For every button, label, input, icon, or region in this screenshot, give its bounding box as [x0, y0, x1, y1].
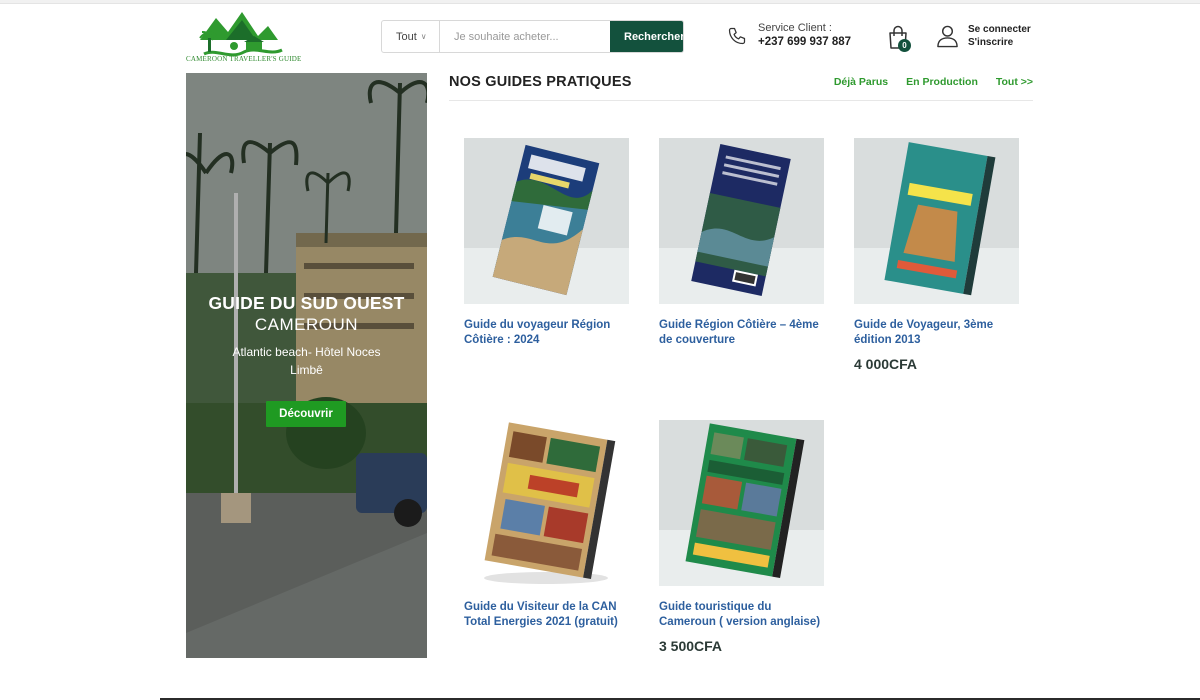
- filter-in-production[interactable]: En Production: [906, 76, 978, 88]
- banner-title: GUIDE DU SUD OUEST: [208, 293, 405, 313]
- product-card: Guide touristique du Cameroun ( version …: [659, 420, 824, 654]
- product-price: 4 000CFA: [854, 356, 918, 372]
- service-label: Service Client :: [758, 22, 832, 34]
- product-image[interactable]: [659, 420, 824, 586]
- banner-description: Atlantic beach- Hôtel Noces Limbê: [232, 345, 381, 377]
- filter-all[interactable]: Tout >>: [996, 76, 1033, 88]
- section-divider: [449, 100, 1033, 101]
- search-button[interactable]: Rechercher: [610, 21, 683, 52]
- product-title[interactable]: Guide du voyageur Région Côtière : 2024: [464, 318, 629, 348]
- chevron-down-icon: ∨: [420, 32, 427, 41]
- user-icon: [937, 25, 958, 48]
- search-input[interactable]: [440, 21, 610, 52]
- product-image[interactable]: [464, 138, 629, 304]
- product-title[interactable]: Guide Région Côtière – 4ème de couvertur…: [659, 318, 824, 348]
- product-card: Guide du voyageur Région Côtière : 2024: [464, 138, 629, 348]
- cart-count-badge: 0: [898, 39, 911, 52]
- promo-banner: GUIDE DU SUD OUEST CAMEROUN Atlantic bea…: [186, 73, 427, 658]
- search-category-select[interactable]: Tout ∨: [382, 21, 440, 52]
- phone-icon: [728, 27, 746, 45]
- search-category-value: Tout: [396, 30, 417, 43]
- product-image[interactable]: [854, 138, 1019, 304]
- filter-already-published[interactable]: Déjà Parus: [834, 76, 888, 88]
- product-title[interactable]: Guide de Voyageur, 3ème édition 2013: [854, 318, 1019, 348]
- section-filter-links: Déjà Parus En Production Tout >>: [834, 76, 1033, 88]
- logo-wordmark: CAMEROON TRAVELLER'S GUIDE: [186, 55, 302, 63]
- service-phone[interactable]: +237 699 937 887: [758, 35, 851, 50]
- discover-button[interactable]: Découvrir: [266, 401, 346, 427]
- product-image[interactable]: [659, 138, 824, 304]
- product-price: 3 500CFA: [659, 638, 723, 654]
- account-area: Se connecter S'inscrire: [936, 23, 1031, 49]
- product-title[interactable]: Guide du Visiteur de la CAN Total Energi…: [464, 600, 629, 630]
- product-title[interactable]: Guide touristique du Cameroun ( version …: [659, 600, 824, 630]
- product-card: Guide Région Côtière – 4ème de couvertur…: [659, 138, 824, 348]
- cart-button[interactable]: 0: [885, 24, 913, 52]
- register-link[interactable]: S'inscrire: [968, 36, 1031, 49]
- banner-subtitle: CAMEROUN: [254, 315, 359, 334]
- product-card: Guide de Voyageur, 3ème édition 2013 4 0…: [854, 138, 1019, 372]
- product-image[interactable]: [464, 420, 629, 586]
- customer-service: Service Client : +237 699 937 887: [727, 22, 851, 50]
- product-card: Guide du Visiteur de la CAN Total Energi…: [464, 420, 629, 630]
- login-link[interactable]: Se connecter: [968, 23, 1031, 36]
- top-border: [0, 0, 1200, 4]
- search-bar: Tout ∨ Rechercher: [381, 20, 684, 53]
- section-title: NOS GUIDES PRATIQUES: [449, 74, 632, 90]
